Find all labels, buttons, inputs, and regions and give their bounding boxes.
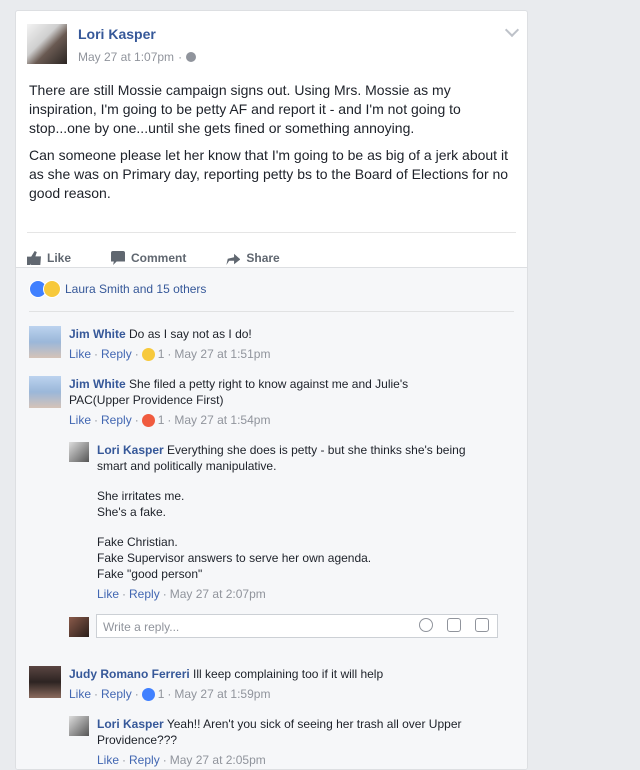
commenter-name[interactable]: Judy Romano Ferreri bbox=[69, 667, 190, 681]
comment-reply-link[interactable]: Reply bbox=[101, 412, 132, 428]
replier-avatar[interactable] bbox=[69, 716, 89, 736]
reply-input[interactable]: Write a reply... bbox=[96, 614, 498, 638]
replier-avatar[interactable] bbox=[69, 442, 89, 462]
comment-text: Ill keep complaining too if it will help bbox=[193, 667, 384, 681]
comment-meta: Like · Reply · 1 · May 27 at 1:54pm bbox=[69, 412, 271, 428]
reply-text-3: Fake Christian. Fake Supervisor answers … bbox=[97, 534, 477, 582]
comment-body: Jim White Do as I say not as I do! Like … bbox=[69, 326, 270, 362]
reply-like-link[interactable]: Like bbox=[97, 752, 119, 768]
globe-icon[interactable] bbox=[186, 52, 197, 62]
comment-meta: Like · Reply · 1 · May 27 at 1:59pm bbox=[69, 686, 271, 702]
comment-text: Do as I say not as I do! bbox=[129, 327, 252, 341]
divider bbox=[27, 232, 516, 233]
reply-line: Fake Christian. bbox=[97, 535, 178, 549]
camera-icon[interactable] bbox=[447, 618, 461, 632]
reply-reply-link[interactable]: Reply bbox=[129, 586, 160, 602]
post-card: Lori Kasper May 27 at 1:07pm · There are… bbox=[15, 10, 528, 770]
comment-like-link[interactable]: Like bbox=[69, 686, 91, 702]
reply-time[interactable]: May 27 at 2:05pm bbox=[170, 752, 266, 768]
haha-reaction-icon bbox=[43, 280, 61, 298]
emoji-icon[interactable] bbox=[419, 618, 433, 632]
chevron-down-icon[interactable] bbox=[504, 22, 520, 38]
replier-name[interactable]: Lori Kasper bbox=[97, 443, 164, 457]
post-paragraph-2: Can someone please let her know that I'm… bbox=[29, 147, 509, 201]
comment-time[interactable]: May 27 at 1:51pm bbox=[174, 346, 270, 362]
author-avatar[interactable] bbox=[27, 24, 67, 64]
reply-reply-link[interactable]: Reply bbox=[129, 752, 160, 768]
post-meta: May 27 at 1:07pm · bbox=[78, 50, 197, 64]
post-body: There are still Mossie campaign signs ou… bbox=[29, 81, 514, 211]
comment-meta: Like · Reply · 1 · May 27 at 1:51pm bbox=[69, 346, 271, 362]
comment-label: Comment bbox=[131, 251, 187, 265]
commenter-name[interactable]: Jim White bbox=[69, 327, 126, 341]
reaction-count[interactable]: 1 bbox=[158, 412, 165, 428]
reply-body: Lori Kasper Yeah!! Aren't you sick of se… bbox=[97, 716, 477, 768]
reply-line: Fake "good person" bbox=[97, 567, 203, 581]
comment-body: Judy Romano Ferreri Ill keep complaining… bbox=[69, 666, 383, 702]
comment-time[interactable]: May 27 at 1:59pm bbox=[174, 686, 270, 702]
comments-section: Laura Smith and 15 others Jim White Do a… bbox=[16, 267, 527, 769]
comment-reply-link[interactable]: Reply bbox=[101, 346, 132, 362]
post-time[interactable]: May 27 at 1:07pm bbox=[78, 50, 174, 64]
reply-composer: Write a reply... bbox=[69, 614, 499, 640]
thumbs-up-icon bbox=[27, 251, 41, 265]
replier-name[interactable]: Lori Kasper bbox=[97, 717, 164, 731]
reply-line: She's a fake. bbox=[97, 505, 166, 519]
reply-time[interactable]: May 27 at 2:07pm bbox=[170, 586, 266, 602]
sticker-icon[interactable] bbox=[475, 618, 489, 632]
share-icon bbox=[226, 253, 241, 265]
meta-separator: · bbox=[178, 50, 183, 64]
reply-body: Lori Kasper Everything she does is petty… bbox=[97, 442, 477, 602]
commenter-name[interactable]: Jim White bbox=[69, 377, 126, 391]
post-paragraph-1: There are still Mossie campaign signs ou… bbox=[29, 82, 461, 136]
reaction-text[interactable]: Laura Smith and 15 others bbox=[65, 282, 206, 296]
reply-text-2: She irritates me. She's a fake. bbox=[97, 488, 477, 520]
comment-reply-link[interactable]: Reply bbox=[101, 686, 132, 702]
user-avatar bbox=[69, 617, 89, 637]
reaction-summary[interactable]: Laura Smith and 15 others bbox=[29, 280, 206, 298]
commenter-avatar[interactable] bbox=[29, 666, 61, 698]
comment-like-link[interactable]: Like bbox=[69, 346, 91, 362]
like-label: Like bbox=[47, 251, 72, 265]
share-label: Share bbox=[246, 251, 280, 265]
comment-time[interactable]: May 27 at 1:54pm bbox=[174, 412, 270, 428]
post-author[interactable]: Lori Kasper bbox=[78, 26, 156, 42]
like-icon[interactable] bbox=[141, 687, 155, 701]
comment-body: Jim White She filed a petty right to kno… bbox=[69, 376, 469, 428]
reply-like-link[interactable]: Like bbox=[97, 586, 119, 602]
commenter-avatar[interactable] bbox=[29, 376, 61, 408]
reply-meta: Like · Reply · May 27 at 2:05pm bbox=[97, 752, 266, 768]
reply-meta: Like · Reply · May 27 at 2:07pm bbox=[97, 586, 266, 602]
comment-like-link[interactable]: Like bbox=[69, 412, 91, 428]
reaction-count[interactable]: 1 bbox=[158, 346, 165, 362]
comment-icon bbox=[111, 251, 126, 265]
divider bbox=[29, 311, 514, 312]
reply-line: She irritates me. bbox=[97, 489, 185, 503]
angry-icon[interactable] bbox=[141, 413, 155, 427]
reaction-count[interactable]: 1 bbox=[158, 686, 165, 702]
commenter-avatar[interactable] bbox=[29, 326, 61, 358]
haha-icon[interactable] bbox=[141, 347, 155, 361]
reply-line: Fake Supervisor answers to serve her own… bbox=[97, 551, 372, 565]
